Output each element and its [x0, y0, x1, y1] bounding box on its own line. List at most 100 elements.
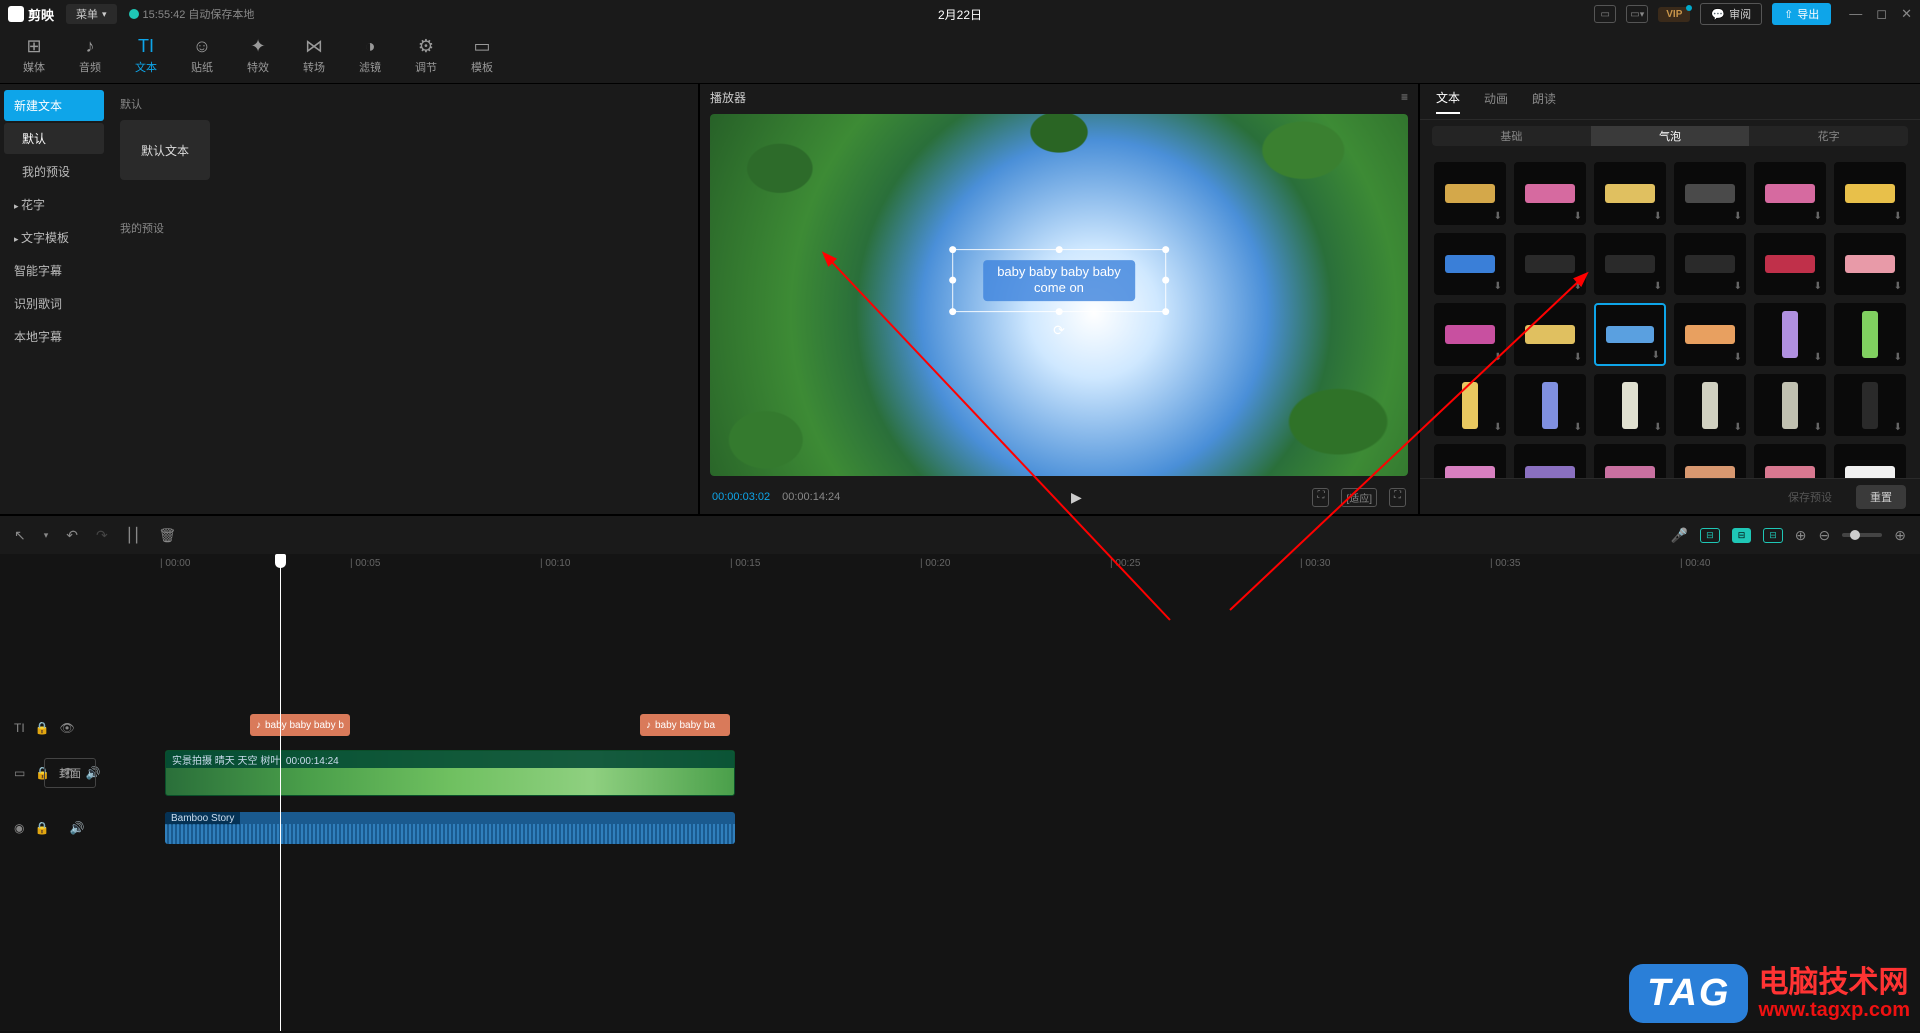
resize-handle[interactable] — [949, 246, 956, 253]
resize-handle[interactable] — [949, 277, 956, 284]
tab-朗读[interactable]: 朗读 — [1532, 90, 1556, 113]
bubble-style-item[interactable]: ⬇ — [1834, 303, 1906, 366]
sidebar-item[interactable]: 识别歌词 — [4, 288, 104, 319]
tab-文本[interactable]: 文本 — [1436, 89, 1460, 114]
download-icon[interactable]: ⬇ — [1734, 422, 1742, 433]
align-icon[interactable]: ⊕ — [1795, 527, 1807, 544]
resize-handle[interactable] — [1055, 308, 1062, 315]
resize-handle[interactable] — [1055, 246, 1062, 253]
bubble-style-item[interactable]: ⬇ — [1754, 374, 1826, 437]
sidebar-item[interactable]: 默认 — [4, 123, 104, 154]
bubble-style-item[interactable]: ⬇ — [1434, 233, 1506, 296]
lock-icon[interactable]: 🔒 — [34, 821, 49, 835]
tool-转场[interactable]: ⋈转场 — [290, 28, 338, 83]
bubble-style-item[interactable]: ⬇ — [1754, 162, 1826, 225]
resize-handle[interactable] — [949, 308, 956, 315]
default-text-card[interactable]: 默认文本 — [120, 120, 210, 180]
tab-动画[interactable]: 动画 — [1484, 90, 1508, 113]
sidebar-item[interactable]: 我的预设 — [4, 156, 104, 187]
bubble-style-item[interactable]: ⬇ — [1594, 233, 1666, 296]
snap-icon-3[interactable]: ⊟ — [1763, 528, 1783, 543]
zoom-slider[interactable] — [1842, 533, 1882, 537]
sidebar-item[interactable]: 新建文本 — [4, 90, 104, 121]
bubble-style-item[interactable]: ⬇ — [1674, 303, 1746, 366]
player-menu-icon[interactable]: ≡ — [1401, 90, 1408, 104]
audio-track-type-icon[interactable]: ◉ — [14, 821, 24, 835]
bubble-style-item[interactable]: ⬇ — [1514, 303, 1586, 366]
subtab-花字[interactable]: 花字 — [1749, 126, 1908, 146]
bubble-style-item[interactable]: ⬇ — [1434, 444, 1506, 478]
bubble-style-item[interactable]: ⬇ — [1754, 444, 1826, 478]
download-icon[interactable]: ⬇ — [1814, 211, 1822, 222]
download-icon[interactable]: ⬇ — [1894, 352, 1902, 363]
tool-音频[interactable]: ♪音频 — [66, 28, 114, 83]
menu-button[interactable]: 菜单 — [66, 4, 117, 24]
playhead[interactable] — [280, 554, 281, 1031]
download-icon[interactable]: ⬇ — [1734, 352, 1742, 363]
undo-icon[interactable]: ↶ — [66, 527, 78, 544]
bubble-style-item[interactable]: ⬇ — [1514, 162, 1586, 225]
minimize-icon[interactable]: — — [1849, 6, 1862, 22]
bubble-style-item[interactable]: ⬇ — [1434, 162, 1506, 225]
bubble-style-item[interactable]: ⬇ — [1754, 233, 1826, 296]
bubble-style-item[interactable]: ⬇ — [1834, 162, 1906, 225]
ratio-button[interactable]: [适应] — [1341, 488, 1377, 507]
tool-调节[interactable]: ⚙调节 — [402, 28, 450, 83]
play-button-icon[interactable]: ▶ — [1071, 489, 1082, 506]
fullscreen-icon[interactable]: ⛶ — [1389, 488, 1406, 507]
download-icon[interactable]: ⬇ — [1654, 281, 1662, 292]
bubble-style-item[interactable]: ⬇ — [1674, 233, 1746, 296]
sidebar-item[interactable]: 本地字幕 — [4, 321, 104, 352]
bubble-style-item[interactable]: ⬇ — [1674, 444, 1746, 478]
download-icon[interactable]: ⬇ — [1494, 281, 1502, 292]
snap-icon-1[interactable]: ⊟ — [1700, 528, 1720, 543]
text-clip-1[interactable]: ♪ baby baby baby b — [250, 714, 350, 736]
bubble-style-item[interactable]: ⬇ — [1594, 374, 1666, 437]
subtab-基础[interactable]: 基础 — [1432, 126, 1591, 146]
rotate-handle-icon[interactable]: ⟳ — [1053, 322, 1065, 339]
pointer-tool-icon[interactable]: ↖ — [14, 527, 26, 544]
redo-icon[interactable]: ↷ — [96, 527, 108, 544]
tool-文本[interactable]: TI文本 — [122, 28, 170, 83]
pointer-dropdown-icon[interactable]: ▾ — [44, 530, 49, 541]
download-icon[interactable]: ⬇ — [1494, 211, 1502, 222]
player-viewport[interactable]: baby baby baby baby come on ⟳ — [710, 114, 1408, 476]
tool-媒体[interactable]: ⊞媒体 — [10, 28, 58, 83]
video-track-content[interactable]: 实景拍摄 晴天 天空 树叶 00:00:14:24 — [120, 748, 1920, 798]
subtab-气泡[interactable]: 气泡 — [1591, 126, 1750, 146]
video-clip[interactable]: 实景拍摄 晴天 天空 树叶 00:00:14:24 — [165, 750, 735, 796]
bubble-style-item[interactable]: ⬇ — [1434, 374, 1506, 437]
zoom-out-icon[interactable]: ⊖ — [1819, 527, 1831, 544]
delete-icon[interactable]: 🗑 — [158, 527, 176, 544]
zoom-in-icon[interactable]: ⊕ — [1894, 527, 1906, 544]
download-icon[interactable]: ⬇ — [1894, 281, 1902, 292]
text-clip-2[interactable]: ♪ baby baby ba — [640, 714, 730, 736]
download-icon[interactable]: ⬇ — [1734, 281, 1742, 292]
download-icon[interactable]: ⬇ — [1654, 211, 1662, 222]
audio-clip[interactable]: Bamboo Story — [165, 812, 735, 844]
tool-贴纸[interactable]: ☺贴纸 — [178, 28, 226, 83]
download-icon[interactable]: ⬇ — [1654, 422, 1662, 433]
tool-特效[interactable]: ✦特效 — [234, 28, 282, 83]
bubble-style-item[interactable]: ⬇ — [1834, 233, 1906, 296]
review-button[interactable]: 💬 审阅 — [1700, 3, 1762, 25]
bubble-style-item[interactable]: ⬇ — [1834, 374, 1906, 437]
visibility-icon[interactable]: 👁 — [60, 721, 75, 735]
text-track-content[interactable]: ♪ baby baby baby b ♪ baby baby ba — [120, 708, 1920, 748]
audio-track-content[interactable]: Bamboo Story — [120, 810, 1920, 846]
download-icon[interactable]: ⬇ — [1814, 422, 1822, 433]
bubble-style-item[interactable]: ⬇ — [1514, 233, 1586, 296]
maximize-icon[interactable]: ◻ — [1876, 6, 1887, 22]
download-icon[interactable]: ⬇ — [1574, 281, 1582, 292]
lock-icon[interactable]: 🔒 — [35, 721, 50, 735]
focus-icon[interactable]: ⛶ — [1312, 488, 1329, 507]
download-icon[interactable]: ⬇ — [1814, 352, 1822, 363]
download-icon[interactable]: ⬇ — [1734, 211, 1742, 222]
bubble-style-item[interactable]: ⬇ — [1514, 374, 1586, 437]
download-icon[interactable]: ⬇ — [1574, 352, 1582, 363]
bubble-style-item[interactable]: ⬇ — [1834, 444, 1906, 478]
download-icon[interactable]: ⬇ — [1574, 211, 1582, 222]
resize-handle[interactable] — [1162, 277, 1169, 284]
export-button[interactable]: ⇧ 导出 — [1772, 3, 1831, 25]
layout-icon-2[interactable]: ▭ — [1626, 5, 1648, 23]
